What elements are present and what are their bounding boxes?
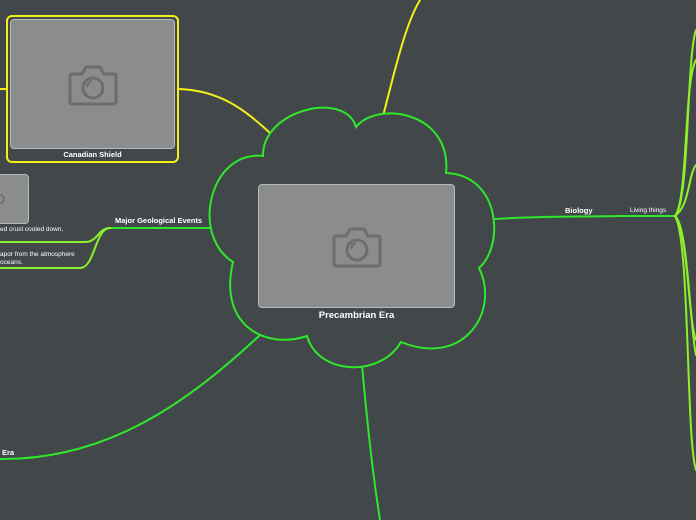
central-title[interactable]: Precambrian Era bbox=[258, 310, 455, 321]
major-geological-events-label[interactable]: Major Geological Events bbox=[115, 216, 202, 225]
canadian-shield-label[interactable]: Canadian Shield bbox=[10, 150, 175, 159]
central-image bbox=[258, 184, 455, 308]
geological-events-image bbox=[0, 174, 29, 224]
connector-bottom-left bbox=[0, 334, 261, 461]
connector-biology-sub-1 bbox=[674, 29, 696, 217]
connector-biology-sub-4 bbox=[674, 215, 696, 341]
camera-icon bbox=[0, 194, 5, 204]
geo-subtopic-2[interactable]: apor from the atmosphere bbox=[0, 251, 75, 258]
connector-biology-sub-2 bbox=[674, 59, 696, 217]
connector-biology bbox=[494, 215, 676, 220]
biology-label[interactable]: Biology bbox=[565, 206, 593, 215]
canadian-shield-image bbox=[10, 19, 175, 149]
camera-icon bbox=[332, 227, 381, 268]
connector-top-branch bbox=[381, 0, 421, 121]
connector-canadian-shield bbox=[177, 88, 271, 134]
connector-bottom bbox=[361, 364, 381, 520]
camera-icon bbox=[68, 65, 117, 106]
bottom-left-era-label[interactable]: Era bbox=[2, 448, 14, 457]
biology-subtopic-living-things[interactable]: Living things bbox=[630, 207, 666, 214]
geo-subtopic-1[interactable]: ed crust cooled down, bbox=[0, 226, 63, 233]
geo-subtopic-3[interactable]: oceans. bbox=[0, 259, 23, 266]
